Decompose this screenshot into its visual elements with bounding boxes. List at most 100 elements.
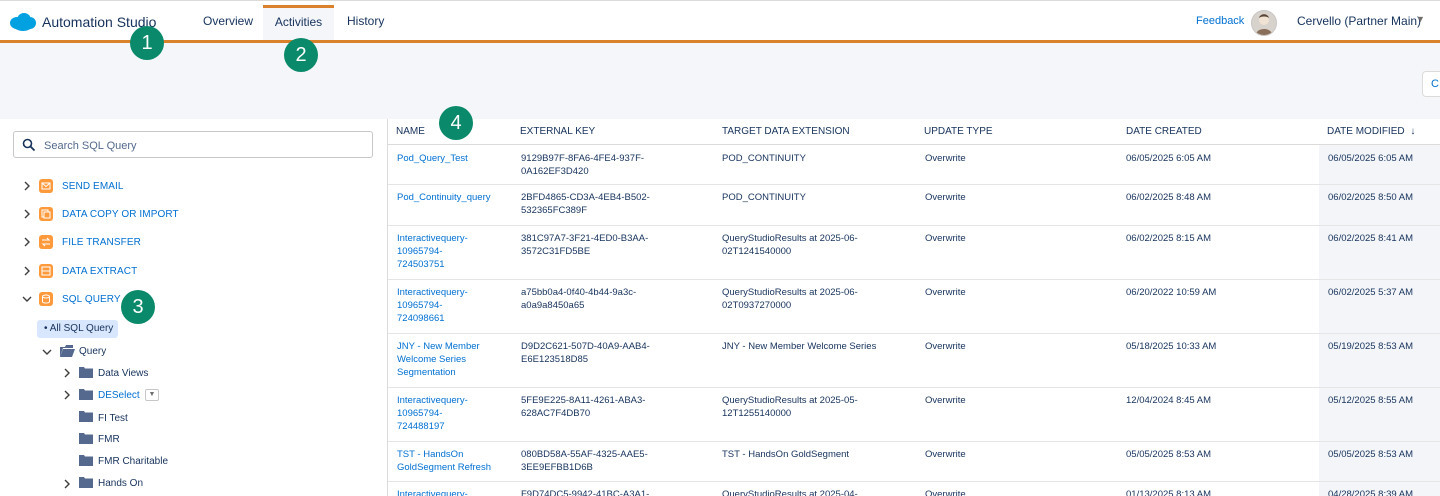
cell-date-modified: 05/19/2025 8:53 AM xyxy=(1328,341,1414,352)
tab-activities[interactable]: Activities xyxy=(263,5,334,40)
folder-label: DESelect xyxy=(98,390,140,401)
cell-date-created: 06/02/2025 8:48 AM xyxy=(1126,192,1212,203)
column-header-label: DATE MODIFIED xyxy=(1327,126,1405,137)
folder-actions-dropdown[interactable]: ▼ xyxy=(145,389,159,401)
tab-history[interactable]: History xyxy=(347,14,384,28)
tree-item-label: DATA EXTRACT xyxy=(62,266,138,277)
chevron-right-icon[interactable] xyxy=(22,266,32,276)
top-navigation-bar: Automation Studio Overview Activities Hi… xyxy=(0,0,1440,43)
step-callout-2: 2 xyxy=(284,38,318,72)
step-callout-3: 3 xyxy=(121,290,155,324)
cell-name[interactable]: Pod_Continuity_query xyxy=(397,191,490,204)
row-divider xyxy=(388,481,1440,482)
create-activity-button[interactable]: C xyxy=(1422,71,1440,97)
tree-item-label: FILE TRANSFER xyxy=(62,237,141,248)
cell-target-data-extension: QueryStudioResults at 2025-06- xyxy=(722,233,858,244)
tree-item-label: DATA COPY OR IMPORT xyxy=(62,209,179,220)
search-input[interactable] xyxy=(42,132,366,159)
cell-external-key: 5FE9E225-8A11-4261-ABA3- xyxy=(521,395,646,406)
row-divider xyxy=(388,387,1440,388)
cell-name[interactable]: 724098661 xyxy=(397,312,445,325)
cell-name[interactable]: 724488197 xyxy=(397,420,445,433)
cell-date-created: 06/05/2025 6:05 AM xyxy=(1126,153,1212,164)
cell-external-key: D9D2C621-507D-40A9-AAB4- xyxy=(521,341,650,352)
chevron-right-icon[interactable] xyxy=(22,237,32,247)
folder-label: Query xyxy=(79,346,107,357)
cell-name[interactable]: 10965794- xyxy=(397,407,442,420)
search-box[interactable] xyxy=(13,131,373,159)
folder-icon xyxy=(79,455,93,466)
row-divider xyxy=(388,333,1440,334)
tree-item-label: All SQL Query xyxy=(49,323,114,334)
cell-external-key: 3572C31FD5BE xyxy=(521,246,591,257)
cell-external-key: 080BD58A-55AF-4325-AAE5- xyxy=(521,449,648,460)
cell-name[interactable]: TST - HandsOn xyxy=(397,448,463,461)
cell-name[interactable]: 724503751 xyxy=(397,258,445,271)
folder-label: Data Views xyxy=(98,368,149,379)
cell-external-key: E6E123518D85 xyxy=(521,354,589,365)
chevron-right-icon[interactable] xyxy=(62,479,72,489)
column-header-target-data-extension[interactable]: TARGET DATA EXTENSION xyxy=(722,126,850,137)
cell-external-key: 0A162EF3D420 xyxy=(521,166,589,177)
chevron-right-icon[interactable] xyxy=(22,209,32,219)
column-header-date-created[interactable]: DATE CREATED xyxy=(1126,126,1202,137)
tree-item-label: SQL QUERY xyxy=(62,294,121,305)
folder-icon xyxy=(79,411,93,422)
row-divider xyxy=(388,184,1440,185)
cell-name[interactable]: Welcome Series xyxy=(397,353,466,366)
user-avatar[interactable] xyxy=(1251,10,1277,36)
folder-icon xyxy=(79,367,93,378)
cell-target-data-extension: QueryStudioResults at 2025-06- xyxy=(722,287,858,298)
cell-target-data-extension: 02T1241540000 xyxy=(722,246,792,257)
cell-date-modified: 06/02/2025 8:50 AM xyxy=(1328,192,1414,203)
sql-query-icon xyxy=(39,292,53,306)
folder-open-icon xyxy=(60,345,75,357)
chevron-right-icon[interactable] xyxy=(62,390,72,400)
cell-update-type: Overwrite xyxy=(925,287,966,298)
account-switcher[interactable]: Cervello (Partner Main) xyxy=(1297,14,1421,28)
cell-update-type: Overwrite xyxy=(925,341,966,352)
tab-overview[interactable]: Overview xyxy=(203,14,253,28)
cell-name[interactable]: GoldSegment Refresh xyxy=(397,461,491,474)
cell-date-modified: 04/28/2025 8:39 AM xyxy=(1328,489,1414,496)
cell-date-modified: 06/02/2025 8:41 AM xyxy=(1328,233,1414,244)
cell-external-key: 3EE9EFBB1D6B xyxy=(521,462,593,473)
cell-name[interactable]: Interactivequery- xyxy=(397,488,468,496)
chevron-right-icon[interactable] xyxy=(22,181,32,191)
column-header-name[interactable]: NAME xyxy=(396,126,425,137)
cell-target-data-extension: TST - HandsOn GoldSegment xyxy=(722,449,850,460)
cell-update-type: Overwrite xyxy=(925,489,966,496)
cell-name[interactable]: JNY - New Member xyxy=(397,340,480,353)
row-divider xyxy=(388,279,1440,280)
cell-update-type: Overwrite xyxy=(925,395,966,406)
cell-date-modified: 06/02/2025 5:37 AM xyxy=(1328,287,1414,298)
data-copy-icon xyxy=(39,207,53,221)
cell-name[interactable]: Interactivequery- xyxy=(397,286,468,299)
cell-name[interactable]: Interactivequery- xyxy=(397,232,468,245)
chevron-right-icon[interactable] xyxy=(62,368,72,378)
envelope-icon xyxy=(39,179,53,193)
chevron-down-icon[interactable]: ▼ xyxy=(1416,14,1425,24)
cell-date-modified: 05/12/2025 8:55 AM xyxy=(1328,395,1414,406)
cell-external-key: 628AC7F4DB70 xyxy=(521,408,591,419)
cell-name[interactable]: Segmentation xyxy=(397,366,456,379)
cell-name[interactable]: Interactivequery- xyxy=(397,394,468,407)
cell-name[interactable]: 10965794- xyxy=(397,245,442,258)
cell-name[interactable]: 10965794- xyxy=(397,299,442,312)
folder-icon xyxy=(79,477,93,488)
feedback-link[interactable]: Feedback xyxy=(1196,15,1244,27)
tree-item-all-sql-query[interactable]: • All SQL Query xyxy=(37,320,118,338)
cell-name[interactable]: Pod_Query_Test xyxy=(397,152,468,165)
cell-external-key: a0a9a8450a65 xyxy=(521,300,585,311)
cell-date-modified: 06/05/2025 6:05 AM xyxy=(1328,153,1414,164)
column-header-date-modified[interactable]: DATE MODIFIED ↓ xyxy=(1327,126,1415,137)
salesforce-cloud-logo-icon xyxy=(10,13,36,31)
data-extract-icon xyxy=(39,264,53,278)
chevron-down-icon[interactable] xyxy=(42,347,52,357)
chevron-down-icon[interactable] xyxy=(22,294,32,304)
cell-update-type: Overwrite xyxy=(925,153,966,164)
folder-icon xyxy=(79,433,93,444)
column-header-external-key[interactable]: EXTERNAL KEY xyxy=(520,126,595,137)
column-header-update-type[interactable]: UPDATE TYPE xyxy=(924,126,993,137)
top-border-line xyxy=(0,0,1440,1)
